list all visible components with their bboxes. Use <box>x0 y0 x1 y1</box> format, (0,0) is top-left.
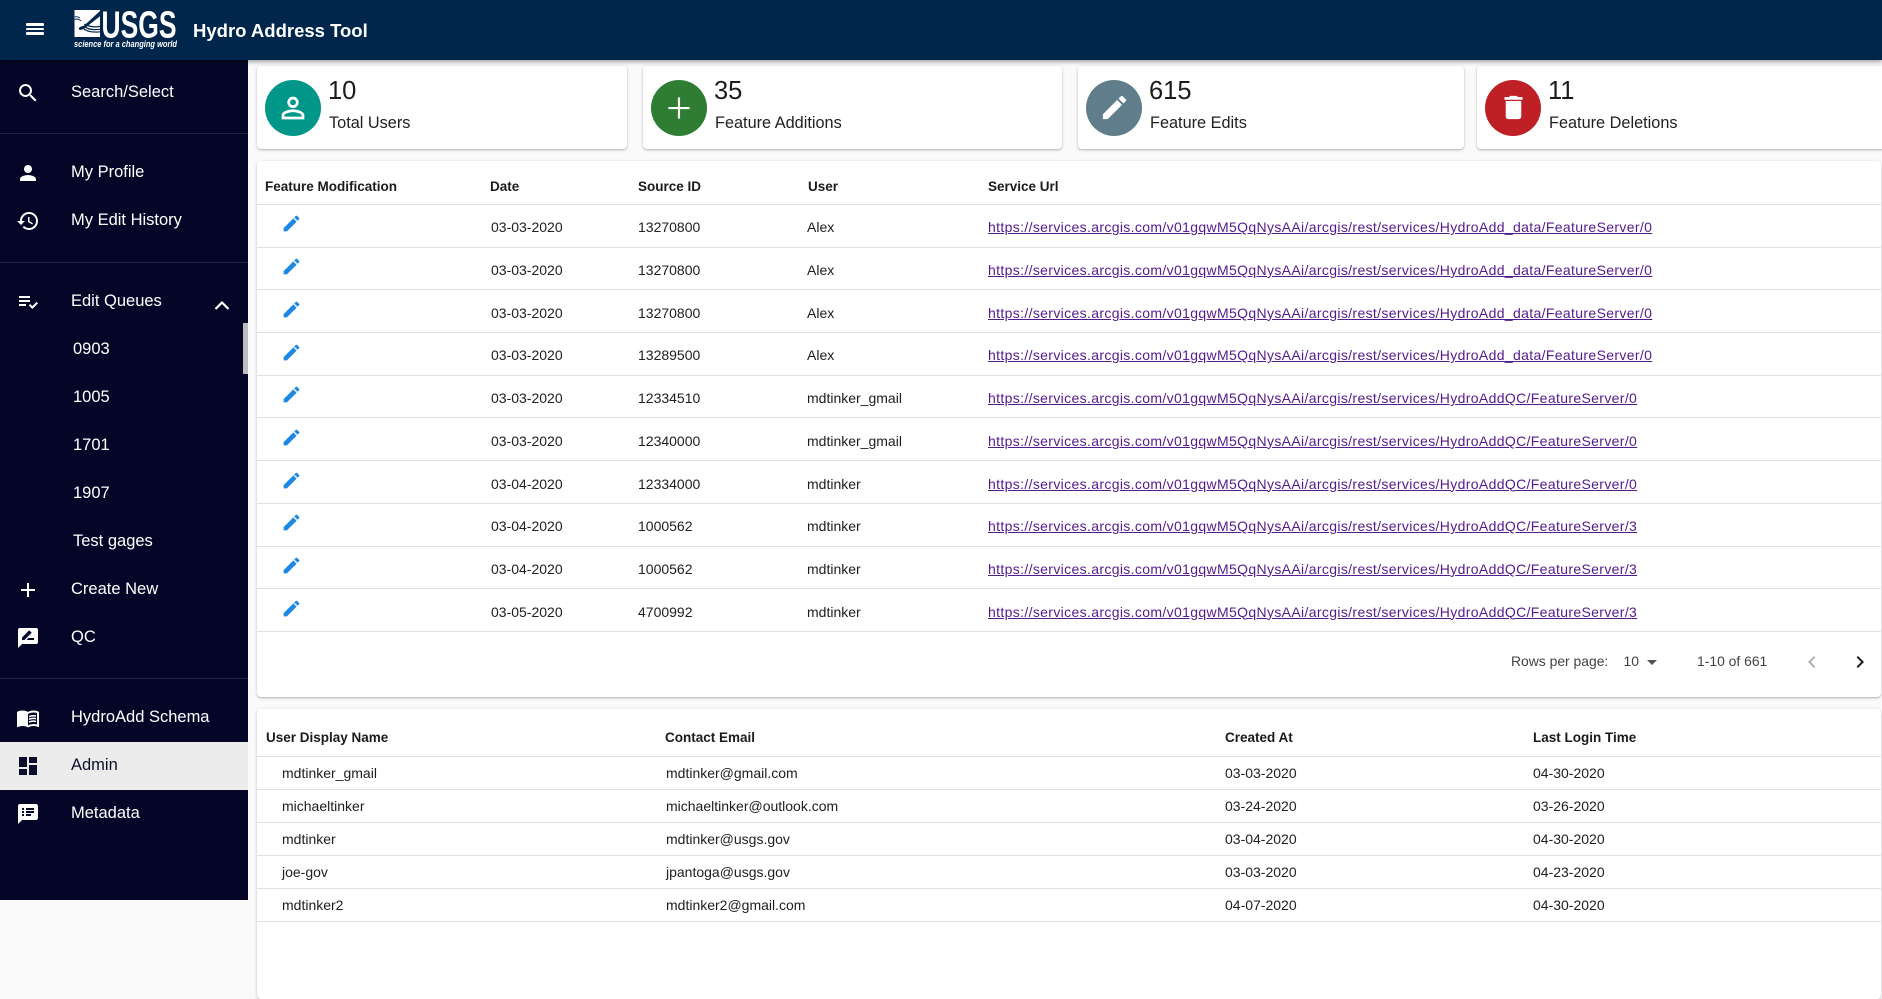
svg-text:science for a changing world: science for a changing world <box>74 39 177 49</box>
